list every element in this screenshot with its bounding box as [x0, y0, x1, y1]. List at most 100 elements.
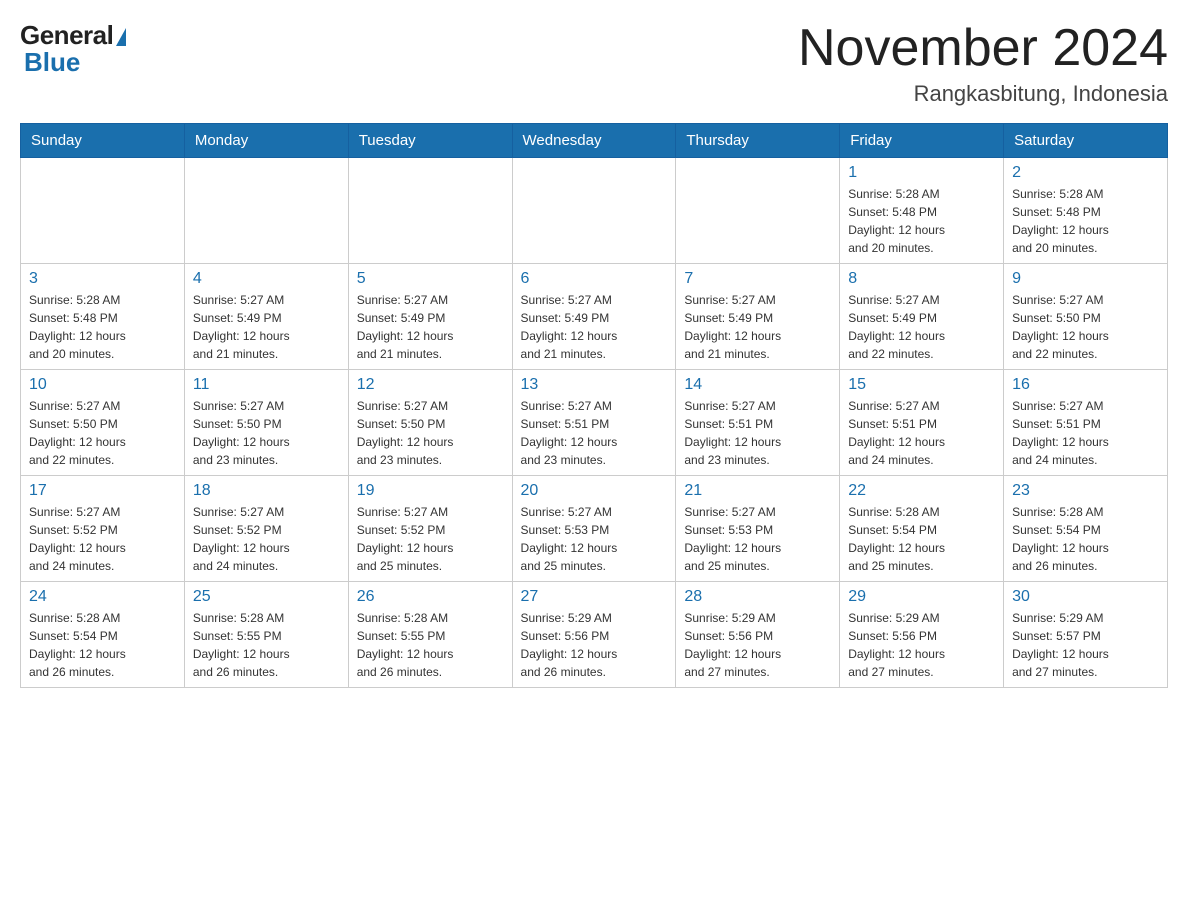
weekday-header-saturday: Saturday — [1004, 124, 1168, 158]
page-header: General Blue November 2024 Rangkasbitung… — [20, 20, 1168, 107]
day-number: 30 — [1012, 588, 1159, 606]
calendar-cell: 4Sunrise: 5:27 AM Sunset: 5:49 PM Daylig… — [184, 264, 348, 370]
day-number: 1 — [848, 164, 995, 182]
day-info: Sunrise: 5:27 AM Sunset: 5:50 PM Dayligh… — [193, 397, 340, 469]
calendar-cell: 15 Sunrise: 5:27 AM Sunset: 5:51 PM Dayli… — [840, 370, 1004, 476]
week-row-1: 1 Sunrise: 5:28 AM Sunset: 5:48 PM Daylig… — [21, 158, 1168, 264]
day-info: Sunrise: 5:29 AM Sunset: 5:56 PM Dayligh… — [521, 609, 668, 681]
location-subtitle: Rangkasbitung, Indonesia — [798, 81, 1168, 107]
day-number: 9 — [1012, 270, 1159, 288]
day-info: Sunrise: 5:27 AM Sunset: 5:49 PM Dayligh… — [684, 291, 831, 363]
day-info: Sunrise: 5:28 AM Sunset: 5:48 PM Dayligh… — [1012, 185, 1159, 257]
day-info: Sunrise: 5:28 AM Sunset: 5:55 PM Dayligh… — [193, 609, 340, 681]
weekday-header-row: SundayMondayTuesdayWednesdayThursdayFrid… — [21, 124, 1168, 158]
day-number: 15 — [848, 376, 995, 394]
day-info: Sunrise: 5:27 AM Sunset: 5:51 PM Dayligh… — [848, 397, 995, 469]
calendar-cell: 19 Sunrise: 5:27 AM Sunset: 5:52 PM Dayli… — [348, 476, 512, 582]
day-info: Sunrise: 5:27 AM Sunset: 5:50 PM Dayligh… — [357, 397, 504, 469]
day-number: 20 — [521, 482, 668, 500]
day-info: Sunrise: 5:27 AM Sunset: 5:49 PM Dayligh… — [848, 291, 995, 363]
day-info: Sunrise: 5:29 AM Sunset: 5:56 PM Dayligh… — [848, 609, 995, 681]
day-number: 21 — [684, 482, 831, 500]
logo: General Blue — [20, 20, 126, 78]
calendar-cell — [348, 158, 512, 264]
day-info: Sunrise: 5:27 AM Sunset: 5:49 PM Dayligh… — [521, 291, 668, 363]
day-number: 2 — [1012, 164, 1159, 182]
day-info: Sunrise: 5:27 AM Sunset: 5:51 PM Dayligh… — [684, 397, 831, 469]
day-number: 28 — [684, 588, 831, 606]
week-row-4: 17 Sunrise: 5:27 AM Sunset: 5:52 PM Dayli… — [21, 476, 1168, 582]
calendar-cell: 3 Sunrise: 5:28 AM Sunset: 5:48 PM Daylig… — [21, 264, 185, 370]
calendar-cell: 18 Sunrise: 5:27 AM Sunset: 5:52 PM Dayli… — [184, 476, 348, 582]
day-info: Sunrise: 5:27 AM Sunset: 5:52 PM Dayligh… — [29, 503, 176, 575]
day-number: 14 — [684, 376, 831, 394]
weekday-header-friday: Friday — [840, 124, 1004, 158]
day-number: 18 — [193, 482, 340, 500]
day-number: 16 — [1012, 376, 1159, 394]
weekday-header-tuesday: Tuesday — [348, 124, 512, 158]
day-number: 7 — [684, 270, 831, 288]
day-info: Sunrise: 5:27 AM Sunset: 5:50 PM Dayligh… — [29, 397, 176, 469]
weekday-header-wednesday: Wednesday — [512, 124, 676, 158]
day-number: 17 — [29, 482, 176, 500]
day-info: Sunrise: 5:27 AM Sunset: 5:49 PM Dayligh… — [193, 291, 340, 363]
calendar-cell: 12 Sunrise: 5:27 AM Sunset: 5:50 PM Dayli… — [348, 370, 512, 476]
week-row-3: 10 Sunrise: 5:27 AM Sunset: 5:50 PM Dayli… — [21, 370, 1168, 476]
day-number: 13 — [521, 376, 668, 394]
calendar-cell: 2 Sunrise: 5:28 AM Sunset: 5:48 PM Daylig… — [1004, 158, 1168, 264]
day-info: Sunrise: 5:27 AM Sunset: 5:51 PM Dayligh… — [1012, 397, 1159, 469]
calendar-cell: 17 Sunrise: 5:27 AM Sunset: 5:52 PM Dayli… — [21, 476, 185, 582]
calendar-cell: 1 Sunrise: 5:28 AM Sunset: 5:48 PM Daylig… — [840, 158, 1004, 264]
day-info: Sunrise: 5:27 AM Sunset: 5:50 PM Dayligh… — [1012, 291, 1159, 363]
calendar-cell — [21, 158, 185, 264]
day-number: 10 — [29, 376, 176, 394]
calendar-cell: 11Sunrise: 5:27 AM Sunset: 5:50 PM Dayli… — [184, 370, 348, 476]
calendar-cell: 8 Sunrise: 5:27 AM Sunset: 5:49 PM Daylig… — [840, 264, 1004, 370]
day-info: Sunrise: 5:27 AM Sunset: 5:49 PM Dayligh… — [357, 291, 504, 363]
day-number: 26 — [357, 588, 504, 606]
day-info: Sunrise: 5:29 AM Sunset: 5:56 PM Dayligh… — [684, 609, 831, 681]
calendar-cell — [184, 158, 348, 264]
calendar-cell: 26Sunrise: 5:28 AM Sunset: 5:55 PM Dayli… — [348, 582, 512, 688]
day-info: Sunrise: 5:27 AM Sunset: 5:52 PM Dayligh… — [193, 503, 340, 575]
calendar-cell: 28 Sunrise: 5:29 AM Sunset: 5:56 PM Dayli… — [676, 582, 840, 688]
day-number: 23 — [1012, 482, 1159, 500]
calendar-cell: 29 Sunrise: 5:29 AM Sunset: 5:56 PM Dayli… — [840, 582, 1004, 688]
calendar-cell: 22Sunrise: 5:28 AM Sunset: 5:54 PM Dayli… — [840, 476, 1004, 582]
day-number: 22 — [848, 482, 995, 500]
week-row-2: 3 Sunrise: 5:28 AM Sunset: 5:48 PM Daylig… — [21, 264, 1168, 370]
calendar-cell: 6 Sunrise: 5:27 AM Sunset: 5:49 PM Daylig… — [512, 264, 676, 370]
day-info: Sunrise: 5:28 AM Sunset: 5:54 PM Dayligh… — [1012, 503, 1159, 575]
calendar-cell: 20Sunrise: 5:27 AM Sunset: 5:53 PM Dayli… — [512, 476, 676, 582]
day-info: Sunrise: 5:27 AM Sunset: 5:53 PM Dayligh… — [684, 503, 831, 575]
day-number: 3 — [29, 270, 176, 288]
calendar-cell — [676, 158, 840, 264]
day-number: 12 — [357, 376, 504, 394]
calendar-cell: 7 Sunrise: 5:27 AM Sunset: 5:49 PM Daylig… — [676, 264, 840, 370]
calendar-cell: 25Sunrise: 5:28 AM Sunset: 5:55 PM Dayli… — [184, 582, 348, 688]
day-info: Sunrise: 5:29 AM Sunset: 5:57 PM Dayligh… — [1012, 609, 1159, 681]
calendar-cell: 14 Sunrise: 5:27 AM Sunset: 5:51 PM Dayli… — [676, 370, 840, 476]
calendar-cell: 10 Sunrise: 5:27 AM Sunset: 5:50 PM Dayli… — [21, 370, 185, 476]
day-number: 29 — [848, 588, 995, 606]
logo-triangle-icon — [116, 28, 126, 46]
day-info: Sunrise: 5:28 AM Sunset: 5:48 PM Dayligh… — [29, 291, 176, 363]
calendar-cell: 24Sunrise: 5:28 AM Sunset: 5:54 PM Dayli… — [21, 582, 185, 688]
weekday-header-sunday: Sunday — [21, 124, 185, 158]
calendar-cell: 27Sunrise: 5:29 AM Sunset: 5:56 PM Dayli… — [512, 582, 676, 688]
calendar-cell: 16 Sunrise: 5:27 AM Sunset: 5:51 PM Dayli… — [1004, 370, 1168, 476]
month-year-title: November 2024 — [798, 20, 1168, 77]
calendar-cell: 21 Sunrise: 5:27 AM Sunset: 5:53 PM Dayli… — [676, 476, 840, 582]
calendar-cell — [512, 158, 676, 264]
day-info: Sunrise: 5:27 AM Sunset: 5:52 PM Dayligh… — [357, 503, 504, 575]
calendar-cell: 30 Sunrise: 5:29 AM Sunset: 5:57 PM Dayli… — [1004, 582, 1168, 688]
weekday-header-thursday: Thursday — [676, 124, 840, 158]
day-number: 6 — [521, 270, 668, 288]
day-info: Sunrise: 5:28 AM Sunset: 5:48 PM Dayligh… — [848, 185, 995, 257]
day-number: 8 — [848, 270, 995, 288]
day-number: 19 — [357, 482, 504, 500]
title-area: November 2024 Rangkasbitung, Indonesia — [798, 20, 1168, 107]
day-info: Sunrise: 5:28 AM Sunset: 5:54 PM Dayligh… — [29, 609, 176, 681]
weekday-header-monday: Monday — [184, 124, 348, 158]
logo-blue-text: Blue — [24, 47, 80, 78]
